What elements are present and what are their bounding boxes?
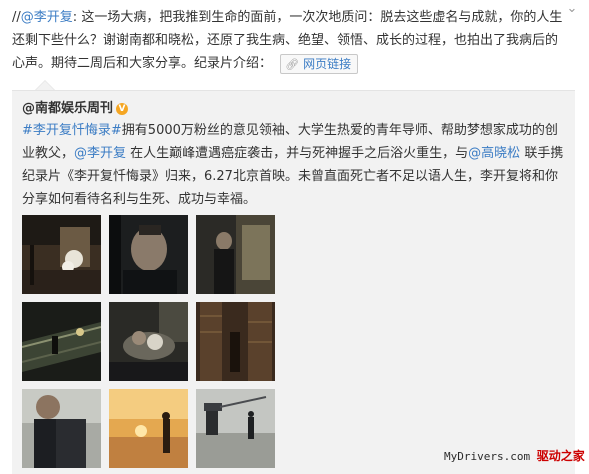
photo-8[interactable] — [109, 389, 188, 468]
photo-4[interactable] — [22, 302, 101, 381]
repost-caret — [36, 81, 54, 90]
verified-badge-icon: V — [116, 102, 129, 115]
post-colon: : — [72, 10, 78, 25]
mention-link-2[interactable]: @高晓松 — [468, 146, 520, 161]
repost-author[interactable]: @南都娱乐周刊 V — [22, 97, 129, 116]
repost-card: @南都娱乐周刊 V #李开复忏悔录#拥有5000万粉丝的意见领袖、大学生热爱的青年… — [12, 90, 575, 474]
watermark-cn: 驱动之家 — [536, 449, 585, 463]
chevron-down-icon[interactable]: ⌄ — [563, 0, 581, 18]
photo-7[interactable] — [22, 389, 101, 468]
photo-9[interactable] — [196, 389, 275, 468]
mention-link[interactable]: @李开复 — [21, 10, 73, 25]
watermark-site: MyDrivers.com — [444, 450, 531, 463]
repost-author-name[interactable]: @南都娱乐周刊 — [22, 101, 113, 116]
mention-link-1[interactable]: @李开复 — [74, 146, 126, 161]
watermark: MyDrivers.com 驱动之家 — [444, 447, 585, 464]
link-icon: 🔗︎ — [285, 57, 300, 71]
photo-5[interactable] — [109, 302, 188, 381]
repost-text-2: 在人生巅峰遭遇癌症袭击，并与死神握手之后浴火重生，与 — [126, 146, 469, 161]
photo-2[interactable] — [109, 215, 188, 294]
web-link-button[interactable]: 🔗︎ 网页链接 — [280, 53, 359, 74]
hashtag-link[interactable]: #李开复忏悔录# — [22, 123, 122, 138]
post-prefix: // — [12, 10, 21, 25]
photo-1[interactable] — [22, 215, 101, 294]
repost-text: #李开复忏悔录#拥有5000万粉丝的意见领袖、大学生热爱的青年导师、帮助梦想家成… — [22, 119, 570, 211]
photo-6[interactable] — [196, 302, 275, 381]
post-text: //@李开复: 这一场大病，把我推到生命的面前，一次次地质问：脱去这些虚名与成就… — [12, 6, 564, 75]
photo-3[interactable] — [196, 215, 275, 294]
web-link-label: 网页链接 — [303, 56, 352, 71]
